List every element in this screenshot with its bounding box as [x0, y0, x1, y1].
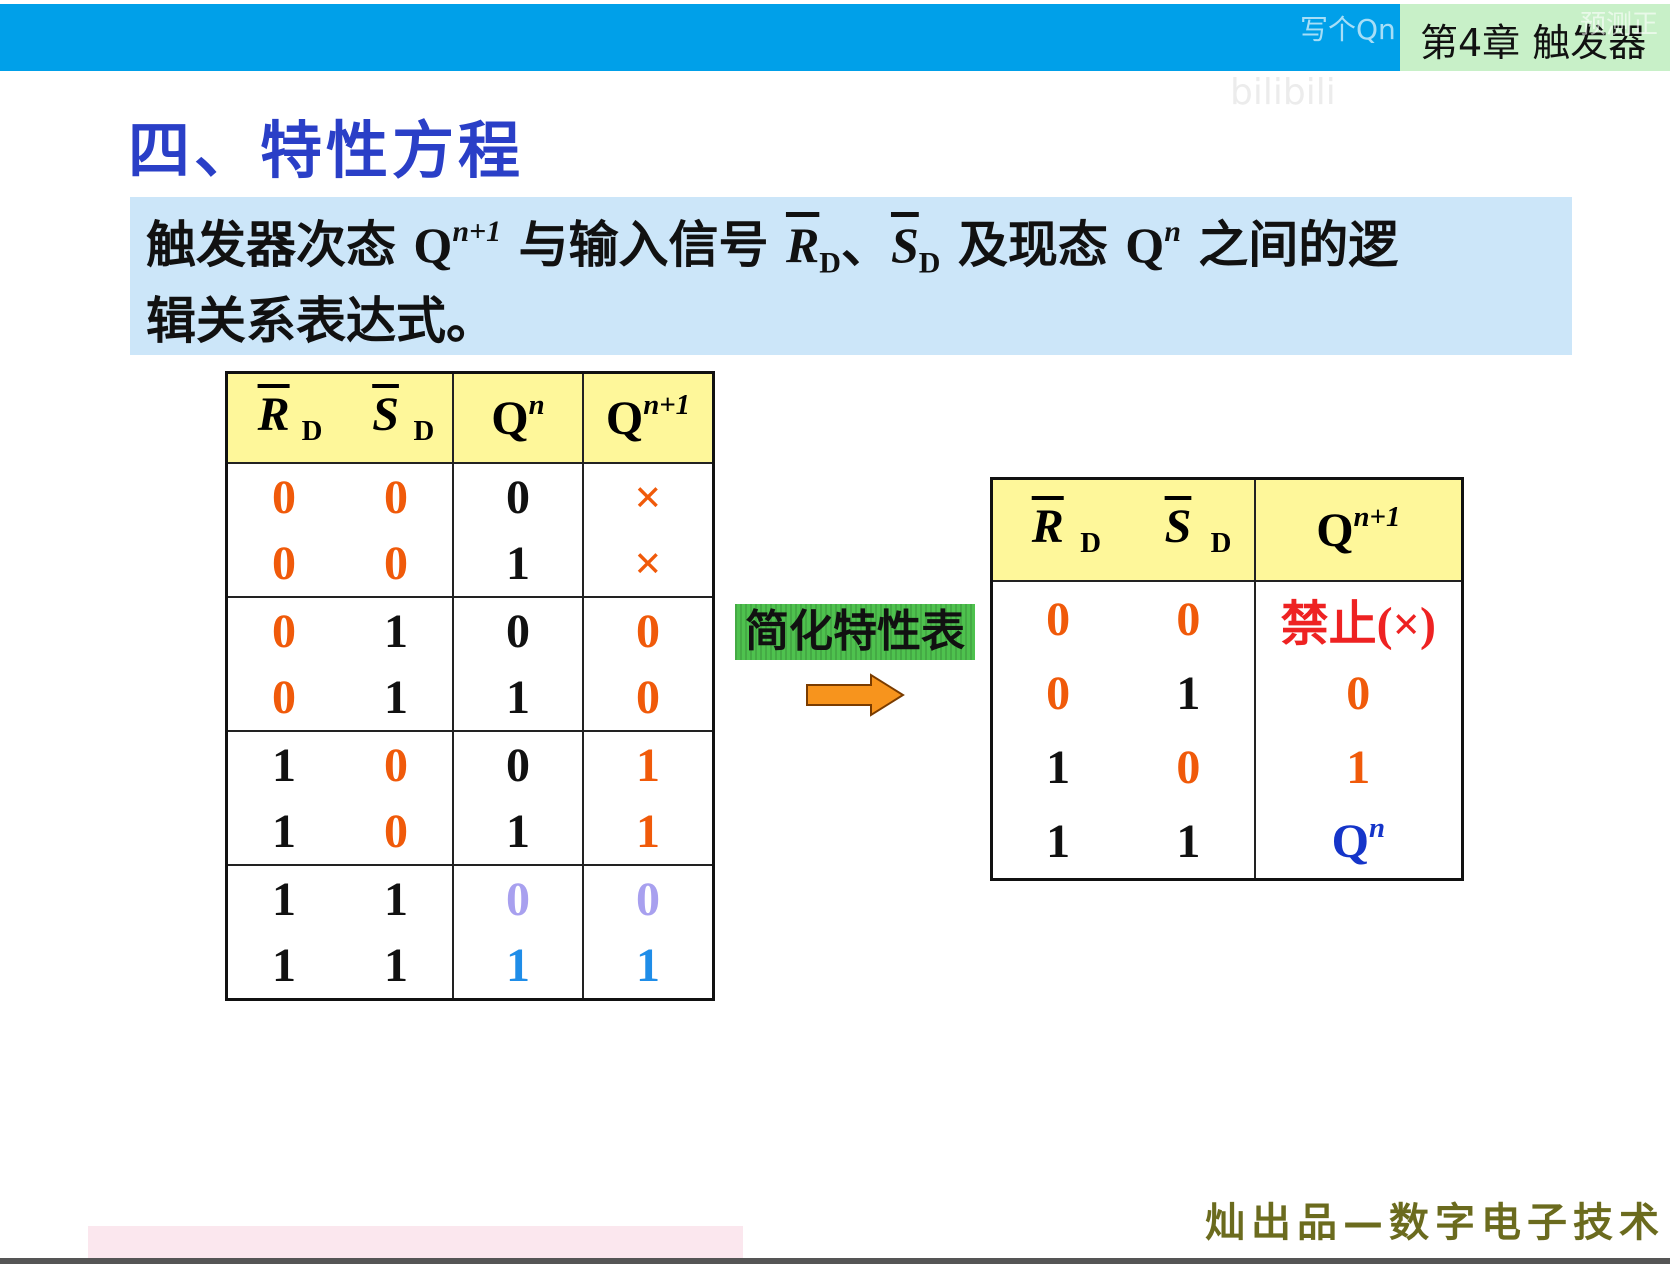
table-row: 00 0 ×: [225, 463, 715, 530]
footer-credit: 灿出品—数字电子技术: [1205, 1200, 1665, 1246]
table-row: 11 Qn: [990, 804, 1464, 880]
header-qn1: Qn+1: [1253, 478, 1464, 582]
table-row: 01 1 0: [225, 664, 715, 732]
header-qn: Qn: [451, 372, 584, 464]
section-heading: 四、特性方程: [128, 114, 525, 187]
definition-line-1: 触发器次态 Qn+1 与输入信号 RD、SD 及现态 Qn 之间的逻: [146, 215, 1399, 280]
table-row: 01 0: [990, 656, 1464, 730]
watermark-right: 预测正: [1580, 10, 1659, 40]
definition-line-2: 辑关系表达式。: [146, 292, 496, 350]
watermark-user: bilibili: [1230, 72, 1336, 113]
table-row: 11 1 1: [225, 932, 715, 1000]
table-row: 00 1 ×: [225, 530, 715, 598]
decorative-strip: [88, 1226, 743, 1258]
forbidden-label: 禁止(×): [1253, 581, 1464, 656]
right-arrow-icon: [806, 673, 905, 717]
table-row: 10 0 1: [225, 731, 715, 798]
cross-mark: ×: [581, 463, 715, 530]
qn-output: Qn: [1253, 804, 1464, 880]
simplified-table: RD SD Qn+1 00 禁止(×) 01 0 10 1 11 Qn: [990, 477, 1464, 881]
progress-bar[interactable]: [0, 1258, 1670, 1264]
characteristic-table: RD SD Qn Qn+1 00 0 × 00 1 × 01 0 0 0 1 1…: [225, 371, 715, 1001]
simplify-label: 简化特性表: [735, 604, 975, 660]
table-row: 10 1 1: [225, 798, 715, 866]
watermark-left: 写个Qn: [1300, 13, 1396, 46]
table-row: 00 禁止(×): [990, 581, 1464, 656]
definition-box: 触发器次态 Qn+1 与输入信号 RD、SD 及现态 Qn 之间的逻 辑关系表达…: [130, 197, 1572, 355]
header-qn1: Qn+1: [581, 372, 715, 464]
table-row: 10 1: [990, 730, 1464, 804]
header-rd-sd: RD SD: [225, 372, 454, 464]
slide: 写个Qn 第4章 触发器 预测正 bilibili 四、特性方程 触发器次态 Q…: [0, 0, 1670, 1258]
table-header-row: RD SD Qn+1: [990, 478, 1464, 582]
header-rd-sd: RD SD: [990, 478, 1256, 582]
cross-mark: ×: [581, 530, 715, 598]
table-row: 11 0 0: [225, 865, 715, 932]
table-row: 01 0 0: [225, 597, 715, 664]
table-header-row: RD SD Qn Qn+1: [225, 372, 715, 464]
